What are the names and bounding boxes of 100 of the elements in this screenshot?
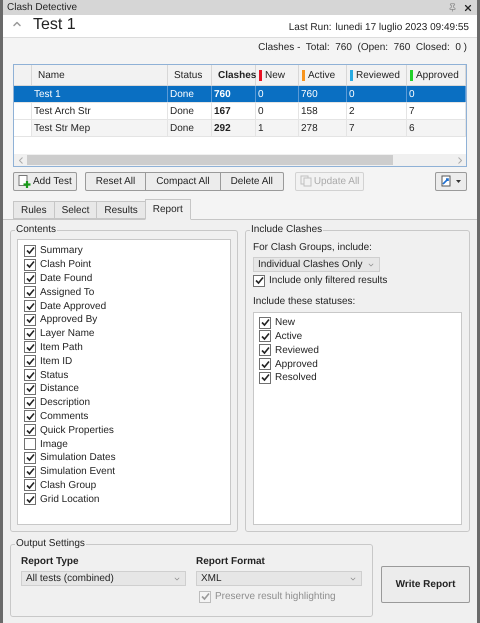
table-cell-text: 760 [301,88,318,102]
toolbar-button[interactable]: Compact All [145,172,221,190]
dropdown[interactable]: Individual Clashes Only [253,257,380,272]
checkbox-label: Date Approved [40,300,106,314]
checkbox-label: Resolved [275,371,317,386]
checkbox[interactable] [253,274,265,287]
tab[interactable]: Select [54,201,98,219]
checkbox-label: Layer Name [40,327,94,342]
scrollbar-thumb[interactable] [27,155,393,165]
checkbox-label: Status [40,368,68,383]
checkbox-label: Summary [40,244,83,258]
checkbox[interactable] [24,314,36,326]
table-cell-text: 760 [214,88,231,102]
table-cell-text: Test 1 [34,88,61,102]
check-icon [254,276,264,286]
checkbox[interactable] [259,358,271,370]
table-row[interactable]: Test Str Mep Done 292 1 278 7 6 [14,120,466,137]
checkbox-label: Clash Group [40,478,96,493]
table-cell-text: 158 [301,104,318,118]
checkbox[interactable] [24,328,36,340]
column-header[interactable]: Approved [407,65,466,85]
checkbox[interactable] [24,396,36,409]
horizontal-scrollbar[interactable] [14,154,466,166]
checkbox-label: Item ID [40,354,72,369]
table-cell-text: 2 [349,104,355,118]
toolbar-button[interactable]: Delete All [220,172,284,190]
checkbox[interactable] [24,410,36,422]
checkbox-label: Quick Properties [40,424,114,438]
checkbox-label: Approved [275,358,318,372]
checkbox[interactable] [259,316,271,329]
checkbox-label: Reviewed [275,344,319,358]
table-cell-text: 7 [409,104,415,118]
report-format-label: Report Format [196,555,266,569]
last-run-label: Last Run: [288,21,332,35]
checkbox[interactable] [24,286,36,298]
tab[interactable]: Results [96,201,146,219]
checkbox-label: Clash Point [40,258,92,272]
export-dropdown-button[interactable] [435,172,467,190]
export-icon [441,175,453,187]
table-row[interactable]: Test 1 Done 760 0 760 0 0 [14,86,466,103]
checkbox-label: Active [275,330,302,344]
toolbar-button[interactable]: Reset All [84,172,146,190]
window-title: Clash Detective [7,1,78,15]
checkbox[interactable] [24,369,36,382]
table-cell-text: 0 [258,88,264,102]
checkbox[interactable] [24,452,36,464]
table-cell-text: 167 [214,104,231,118]
report-type-label: Report Type [21,555,80,569]
dropdown[interactable]: All tests (combined) [21,571,186,586]
table-cell-text: 6 [409,122,415,136]
column-header[interactable]: New [256,65,299,85]
checkbox-label: Assigned To [40,286,94,300]
table-row[interactable]: Test Arch Str Done 167 0 158 2 7 [14,103,466,120]
caret-icon [456,180,461,182]
table-cell-text: Done [170,122,194,136]
table-cell-text: 0 [349,88,355,102]
checkbox[interactable] [24,355,36,368]
update-icon [300,175,312,187]
checkbox[interactable] [24,258,36,271]
table-cell-text: 278 [301,122,318,136]
checkbox[interactable] [259,344,271,356]
checkbox[interactable] [24,466,36,478]
table-cell-text: 292 [214,122,231,136]
column-header[interactable]: Name [32,65,168,85]
tab[interactable]: Rules [13,201,55,219]
checkbox[interactable] [24,479,36,492]
clash-groups-label: For Clash Groups, include: [253,241,373,255]
column-header[interactable]: Status [168,65,212,85]
group-title: Output Settings [15,537,86,551]
checkbox[interactable] [24,244,36,257]
column-header[interactable]: Active [299,65,347,85]
add-test-button[interactable]: Add Test [13,172,77,190]
checkbox[interactable] [24,300,36,312]
checkbox-label: Date Found [40,272,92,286]
write-report-button[interactable]: Write Report [381,566,470,602]
checkbox-label: New [275,316,296,330]
table-cell-text: 7 [349,122,355,136]
test-title: Test 1 [33,15,76,35]
checkbox-label: Approved By [40,313,98,328]
table-cell-text: 0 [409,88,415,102]
checkbox[interactable] [259,330,271,342]
column-header[interactable]: Reviewed [347,65,407,85]
check-icon [200,592,210,602]
tab[interactable]: Report [144,199,191,220]
checkbox[interactable] [24,382,36,395]
checkbox[interactable] [24,341,36,354]
checkbox[interactable] [24,438,36,450]
column-header[interactable]: Clashes [212,65,256,85]
table-cell-text: 1 [258,122,264,136]
checkbox[interactable] [24,272,36,284]
checkbox[interactable] [259,372,271,384]
checkbox[interactable] [24,493,36,506]
close-icon[interactable] [463,2,473,12]
table-cell-text: Test Str Mep [34,122,90,136]
checkbox[interactable] [24,424,36,436]
table-cell-text: 0 [258,104,264,118]
dropdown[interactable]: XML [196,571,362,586]
checkbox-label: Simulation Dates [40,451,116,466]
checkbox-label: Simulation Event [40,465,116,480]
table-cell-text: Done [170,88,194,102]
